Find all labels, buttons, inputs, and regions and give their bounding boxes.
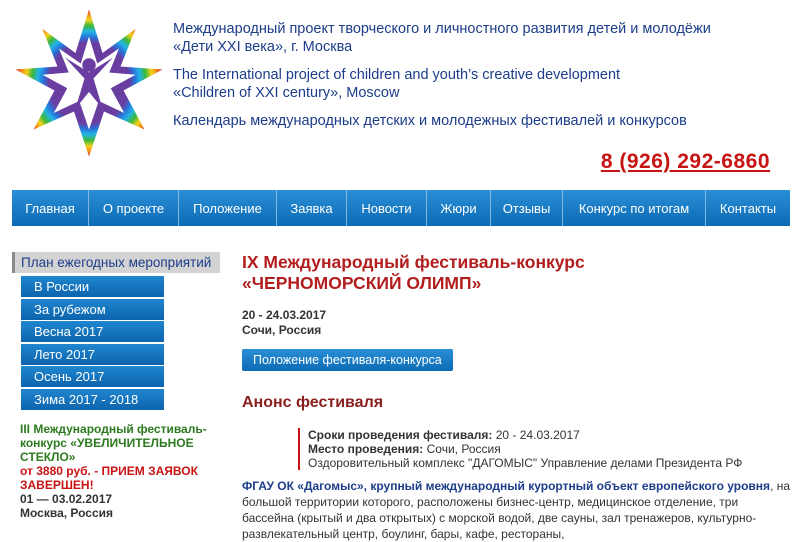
regulations-button[interactable]: Положение фестиваля-конкурса: [242, 349, 453, 371]
page-title-line1: IX Международный фестиваль-конкурс: [242, 252, 585, 272]
event-place: Сочи, Россия: [242, 323, 322, 337]
info-terms-row: Сроки проведения фестиваля: 20 - 24.03.2…: [308, 428, 792, 442]
header-ru-line2: «Дети XXI века», г. Москва: [173, 39, 353, 55]
event-description: ФГАУ ОК «Дагомыс», крупный международный…: [242, 478, 792, 542]
nav-application[interactable]: Заявка: [277, 190, 347, 226]
sidebar-item-autumn[interactable]: Осень 2017: [21, 366, 164, 387]
info-place-value: Сочи, Россия: [426, 442, 501, 456]
page-title-line2: «ЧЕРНОМОРСКИЙ ОЛИМП»: [242, 273, 482, 293]
nav-contest-results[interactable]: Конкурс по итогам: [563, 190, 706, 226]
announcement-heading: Анонс фестиваля: [242, 394, 384, 411]
info-terms-value: 20 - 24.03.2017: [495, 428, 580, 442]
sidebar: План ежегодных мероприятий В России За р…: [12, 252, 220, 520]
description-bold: ФГАУ ОК «Дагомыс», крупный международный…: [242, 479, 771, 493]
nav-regulations[interactable]: Положение: [179, 190, 277, 226]
phone-number-link[interactable]: 8 (926) 292-6860: [601, 150, 770, 174]
main-content: IX Международный фестиваль-конкурс «ЧЕРН…: [242, 252, 792, 542]
site-header: Международный проект творческого и лично…: [0, 0, 800, 185]
nav-contacts[interactable]: Контакты: [706, 190, 790, 226]
promo-dates: 01 — 03.02.2017: [20, 491, 113, 506]
nav-home[interactable]: Главная: [12, 190, 89, 226]
main-nav: Главная О проекте Положение Заявка Новос…: [12, 190, 790, 226]
sidebar-item-abroad[interactable]: За рубежом: [21, 298, 164, 320]
header-calendar-subtitle: Календарь международных детских и молоде…: [173, 113, 687, 129]
header-en-line2: «Children of XXI century», Moscow: [173, 85, 400, 101]
info-place-row: Место проведения: Сочи, Россия: [308, 442, 792, 456]
sidebar-item-summer[interactable]: Лето 2017: [21, 343, 164, 365]
promo-price-status: от 3880 руб. - ПРИЕМ ЗАЯВОК ЗАВЕРШЕН!: [20, 463, 198, 492]
info-venue: Оздоровительный комплекс "ДАГОМЫС" Управ…: [308, 456, 743, 470]
header-ru-line1: Международный проект творческого и лично…: [173, 21, 711, 37]
sidebar-promo[interactable]: III Международный фестиваль-конкурс «УВЕ…: [20, 422, 220, 520]
page-title: IX Международный фестиваль-конкурс «ЧЕРН…: [242, 252, 792, 294]
header-text: Международный проект творческого и лично…: [173, 20, 793, 130]
sidebar-heading: План ежегодных мероприятий: [12, 252, 220, 273]
nav-news[interactable]: Новости: [347, 190, 427, 226]
nav-reviews[interactable]: Отзывы: [491, 190, 563, 226]
sidebar-item-winter[interactable]: Зима 2017 - 2018: [21, 388, 164, 410]
sidebar-menu: В России За рубежом Весна 2017 Лето 2017…: [21, 276, 164, 410]
header-en-line1: The International project of children an…: [173, 67, 621, 83]
sidebar-item-spring[interactable]: Весна 2017: [21, 321, 164, 342]
event-dates: 20 - 24.03.2017: [242, 308, 327, 322]
promo-title[interactable]: III Международный фестиваль-конкурс «УВЕ…: [20, 422, 220, 464]
info-place-label: Место проведения:: [308, 442, 424, 456]
nav-jury[interactable]: Жюри: [427, 190, 491, 226]
event-info-block: Сроки проведения фестиваля: 20 - 24.03.2…: [298, 428, 792, 470]
rainbow-star-logo[interactable]: [14, 8, 164, 158]
promo-place: Москва, Россия: [20, 505, 114, 520]
info-terms-label: Сроки проведения фестиваля:: [308, 428, 493, 442]
event-dates-block: 20 - 24.03.2017 Сочи, Россия: [242, 308, 792, 338]
nav-about[interactable]: О проекте: [89, 190, 179, 226]
sidebar-item-russia[interactable]: В России: [21, 276, 164, 297]
